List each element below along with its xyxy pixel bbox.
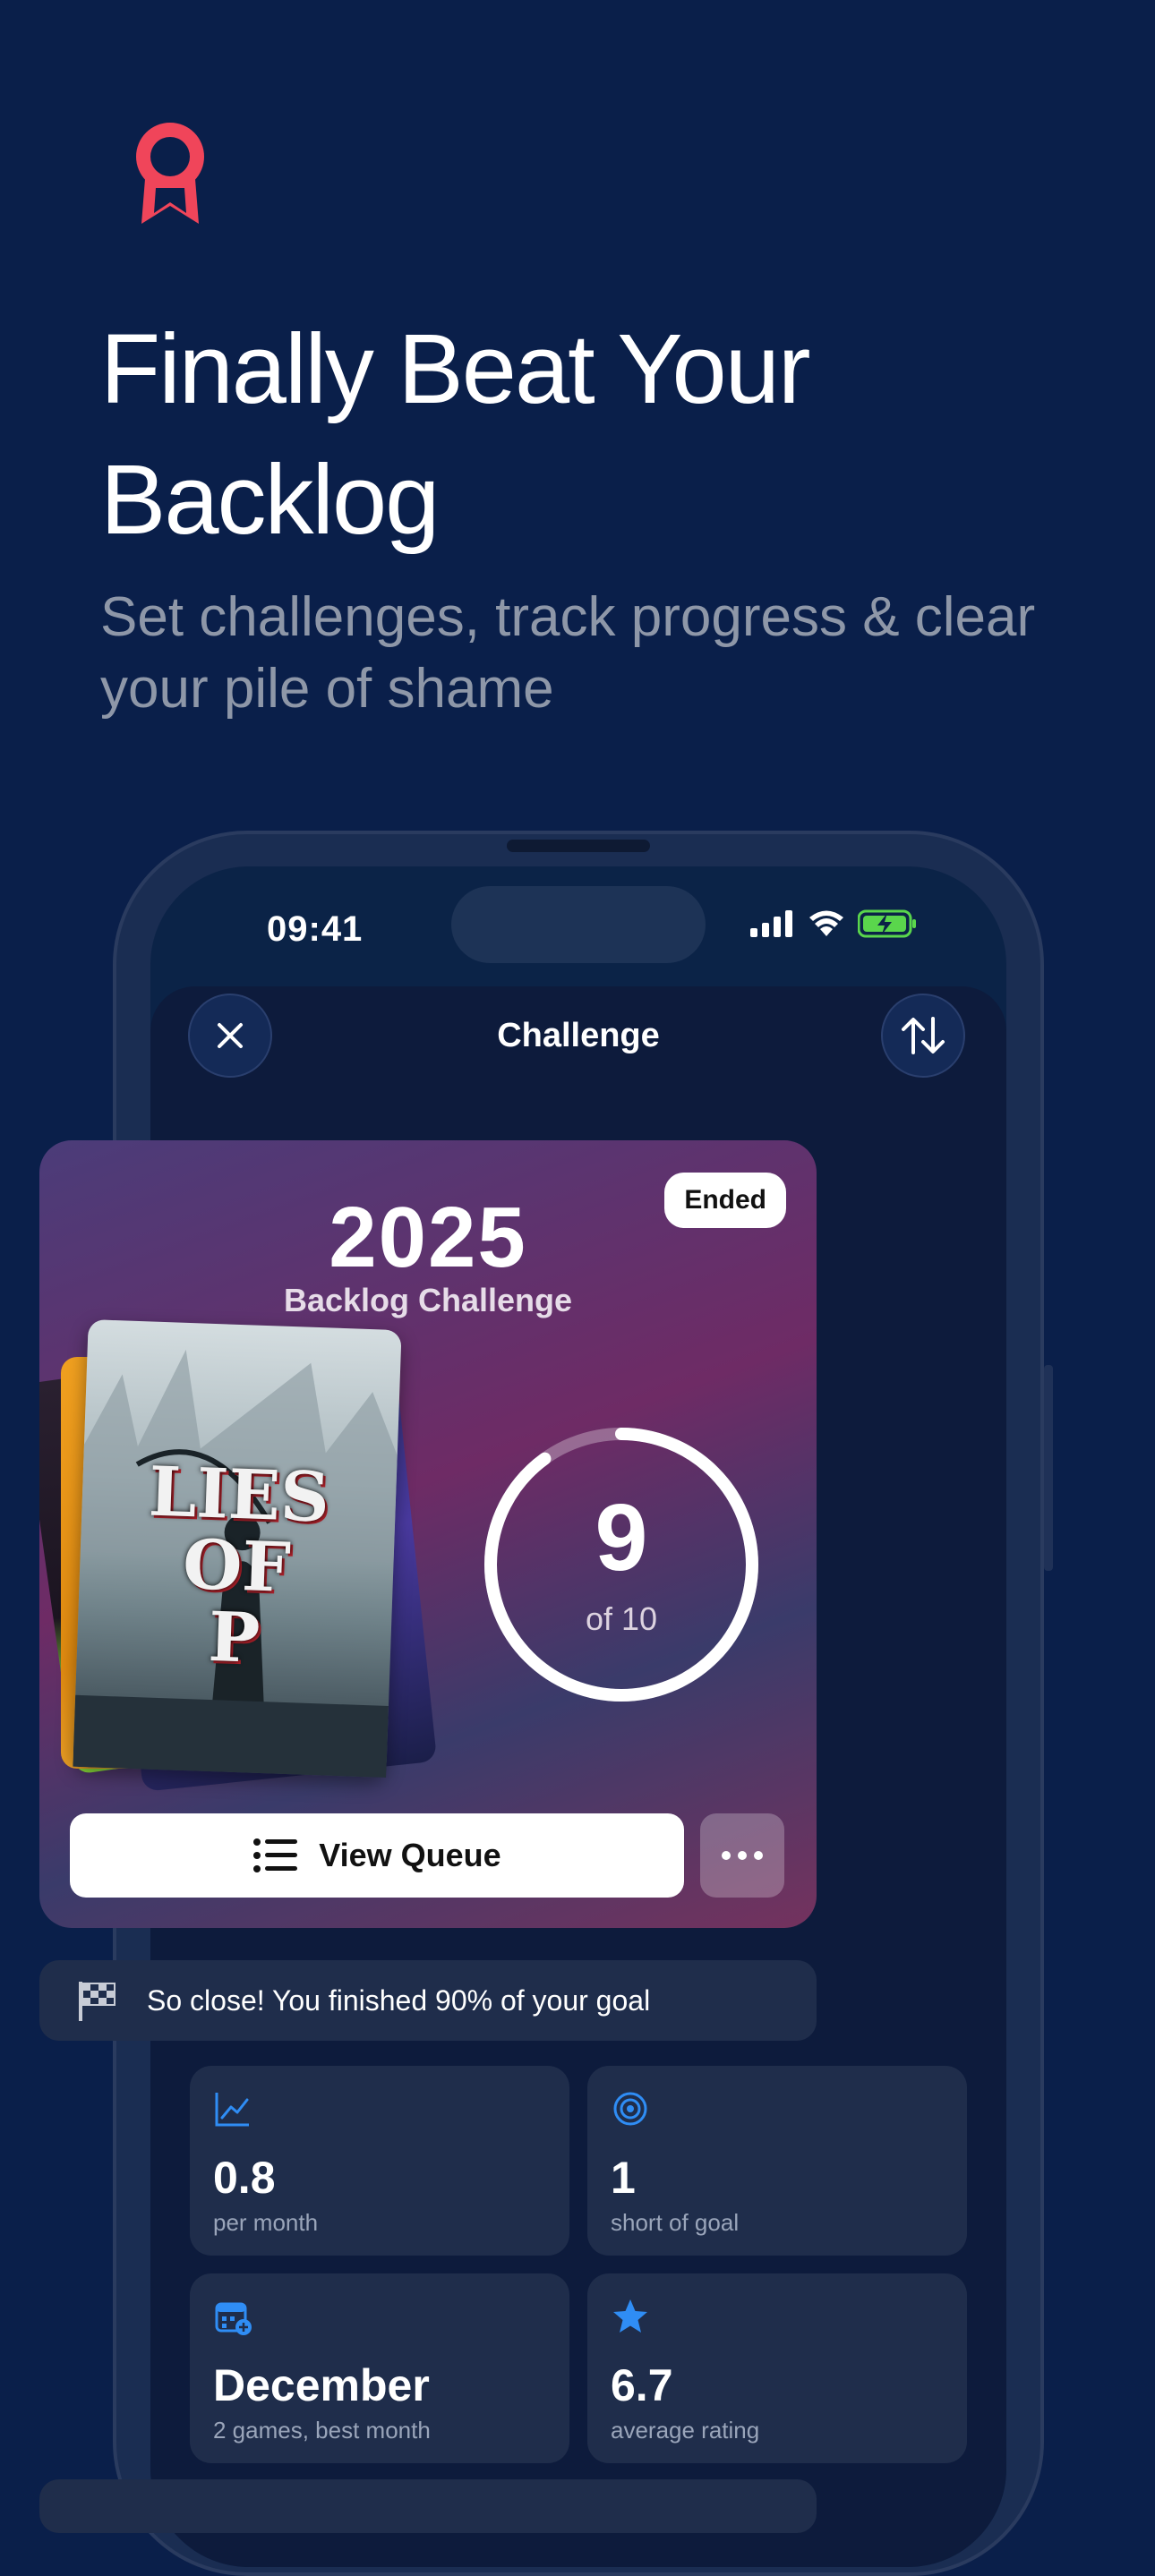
stat-label: per month — [213, 2209, 319, 2236]
stat-card-pace: 0.8 per month — [190, 2066, 569, 2256]
cover-title: LIES OF P — [147, 1451, 331, 1678]
stat-card-best-month: December 2 games, best month — [190, 2273, 569, 2463]
completed-count: 9 — [595, 1485, 648, 1591]
headline-line-2: Backlog — [100, 445, 440, 555]
stat-label: 2 games, best month — [213, 2417, 431, 2444]
headline-line-1: Finally Beat Your — [100, 314, 811, 424]
stat-value: 6.7 — [611, 2360, 673, 2410]
phone-speaker — [507, 840, 650, 852]
stat-value: December — [213, 2360, 430, 2410]
list-icon — [253, 1838, 298, 1872]
stat-label: average rating — [611, 2417, 760, 2444]
signal-icon — [750, 910, 792, 937]
goal-count: of 10 — [585, 1600, 658, 1637]
promo-headline: Finally Beat Your Backlog — [100, 304, 1085, 566]
challenge-card: Ended 2025 Backlog Challenge LIES OF P 9 … — [39, 1140, 817, 1928]
phone-power-button — [1044, 1365, 1053, 1571]
banner-text: So close! You finished 90% of your goal — [147, 1983, 651, 2017]
checkered-flag-icon — [79, 1982, 116, 2021]
more-dots-icon — [722, 1851, 763, 1860]
goal-banner: So close! You finished 90% of your goal — [39, 1960, 817, 2041]
stat-card-rating: 6.7 average rating — [587, 2273, 967, 2463]
calendar-icon — [215, 2302, 252, 2335]
sort-button[interactable] — [881, 994, 965, 1078]
view-queue-button[interactable]: View Queue — [70, 1813, 684, 1898]
stat-card-remaining: 1 short of goal — [587, 2066, 967, 2256]
status-icons — [750, 909, 917, 938]
view-queue-label: View Queue — [319, 1837, 501, 1873]
stat-label: short of goal — [611, 2209, 740, 2236]
dynamic-island — [451, 886, 706, 963]
wifi-icon — [809, 910, 843, 936]
status-time: 09:41 — [267, 909, 364, 949]
trend-chart-icon — [215, 2093, 249, 2127]
more-options-button[interactable] — [700, 1813, 784, 1898]
next-card-peek — [39, 2479, 817, 2533]
stat-value: 1 — [611, 2153, 636, 2203]
battery-charging-icon — [858, 909, 916, 938]
star-icon — [613, 2299, 647, 2333]
sort-arrows-icon — [902, 1017, 945, 1054]
challenge-name: Backlog Challenge — [283, 1282, 573, 1318]
challenge-year: 2025 — [329, 1190, 527, 1285]
ribbon-award-icon — [136, 123, 204, 224]
sheet-title: Challenge — [497, 1017, 660, 1054]
progress-ring: 9 of 10 — [478, 1421, 765, 1708]
stat-value: 0.8 — [213, 2153, 276, 2203]
game-cover-lies-of-p: LIES OF P — [73, 1319, 402, 1778]
promo-subheadline: Set challenges, track progress & clear y… — [100, 586, 1036, 720]
target-icon — [613, 2092, 647, 2126]
